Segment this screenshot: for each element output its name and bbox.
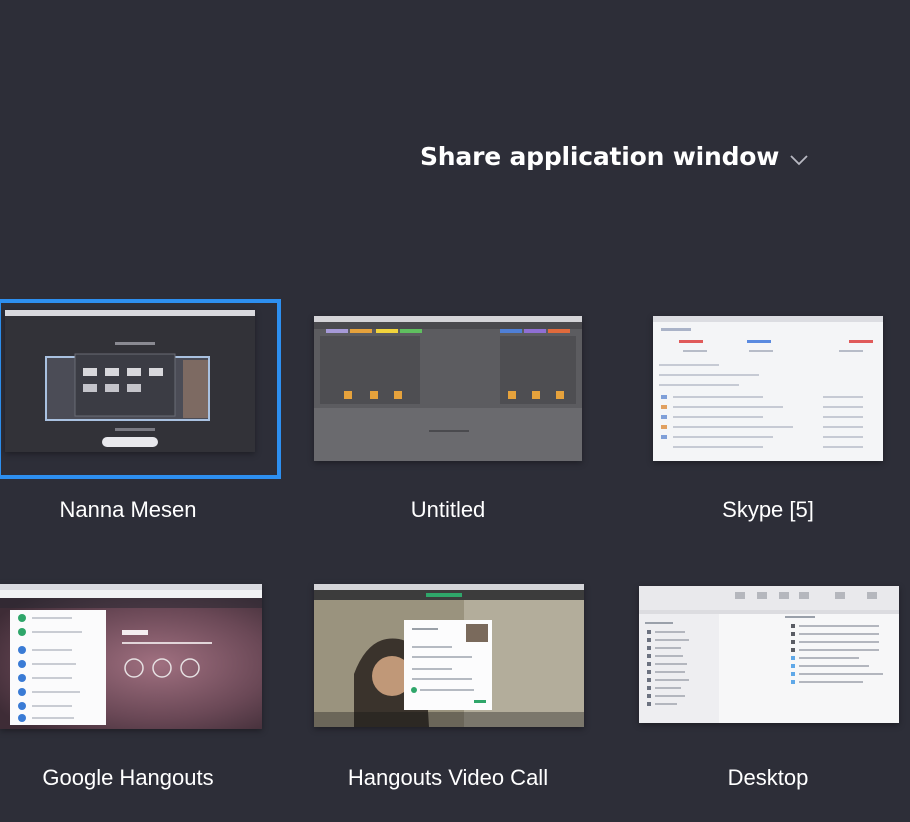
share-mode-dropdown[interactable]: Share application window bbox=[420, 142, 809, 171]
window-label: Nanna Mesen bbox=[59, 497, 197, 522]
window-thumbnail bbox=[653, 316, 883, 461]
chevron-down-icon bbox=[790, 154, 808, 165]
window-thumbnail bbox=[314, 316, 582, 461]
window-thumbnail bbox=[0, 584, 262, 729]
window-label: Hangouts Video Call bbox=[347, 765, 549, 790]
window-label: Desktop bbox=[727, 765, 809, 790]
share-mode-title: Share application window bbox=[420, 142, 780, 171]
window-label: Untitled bbox=[410, 497, 486, 522]
window-thumbnail bbox=[639, 586, 899, 723]
window-label: Skype [5] bbox=[722, 497, 814, 522]
window-thumbnail bbox=[5, 310, 255, 452]
window-label: Google Hangouts bbox=[42, 765, 214, 790]
window-thumbnail bbox=[314, 584, 584, 727]
